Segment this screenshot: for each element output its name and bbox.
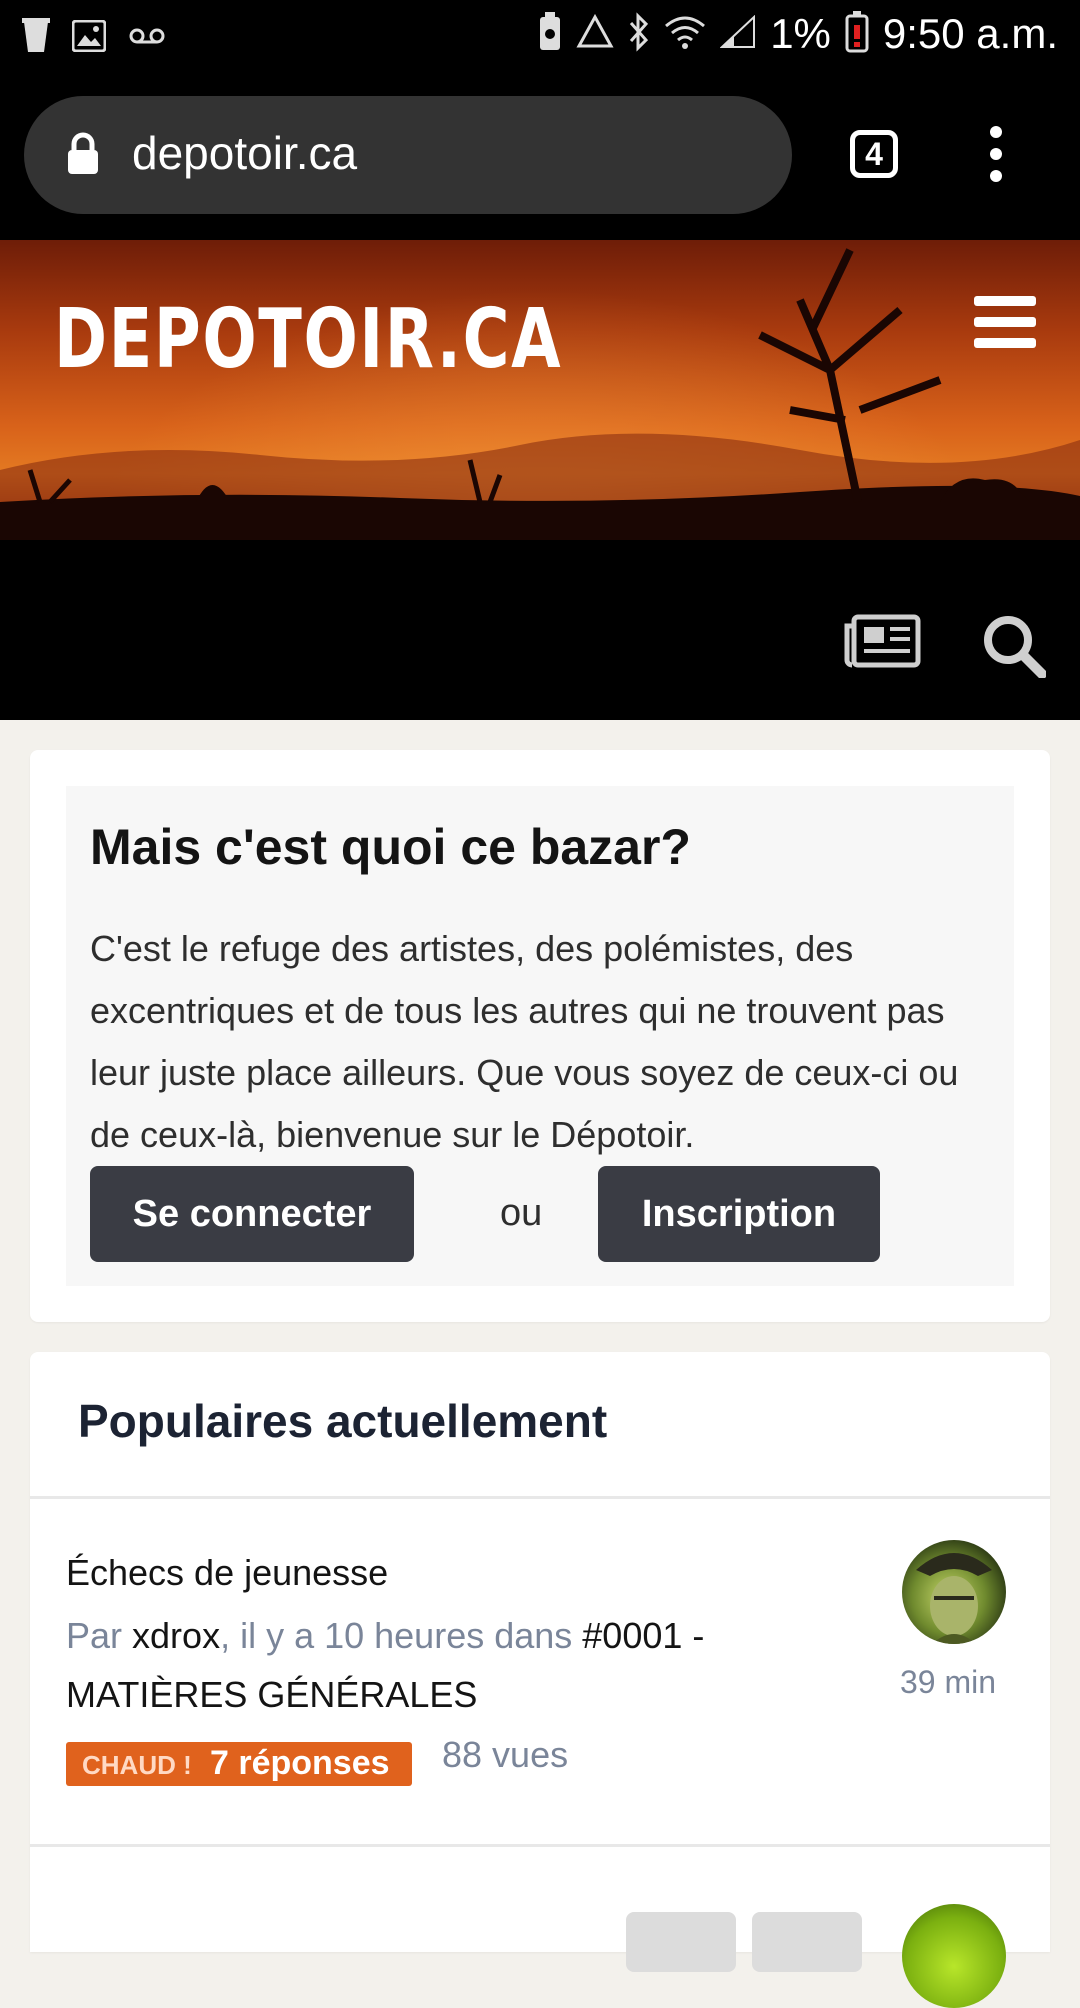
trash-notification-icon <box>22 18 50 59</box>
topic-title[interactable]: Échecs de jeunesse <box>66 1552 388 1594</box>
welcome-notice: Mais c'est quoi ce bazar? C'est le refug… <box>66 786 1014 1286</box>
landscape-silhouette <box>0 248 1080 540</box>
wifi-icon <box>664 14 706 55</box>
signal-icon <box>719 14 756 54</box>
topic-author[interactable]: xdrox <box>132 1615 220 1656</box>
battery-percent: 1% <box>770 10 831 57</box>
popular-topics-card: Populaires actuellement Échecs de jeunes… <box>30 1352 1050 2008</box>
reply-count: 7 réponses <box>210 1744 390 1782</box>
last-post-time: 39 min <box>900 1664 997 1700</box>
tab-switcher-button[interactable]: 4 <box>850 130 898 178</box>
clock: 9:50 a.m. <box>882 10 1058 57</box>
status-bar: 1% 9:50 a.m. <box>0 0 1080 78</box>
address-bar[interactable]: depotoir.ca <box>24 96 792 214</box>
divider <box>30 1844 1050 1847</box>
page-link[interactable] <box>752 1912 862 1972</box>
hamburger-menu-icon[interactable] <box>974 296 1036 348</box>
topic-meta: Par xdrox, il y a 10 heures dans #0001 -… <box>66 1606 766 1724</box>
register-button[interactable]: Inscription <box>598 1166 880 1262</box>
browser-toolbar: depotoir.ca 4 <box>0 78 1080 240</box>
welcome-title: Mais c'est quoi ce bazar? <box>90 819 691 875</box>
battery-icon <box>845 10 869 58</box>
image-notification-icon <box>71 19 107 57</box>
recycle-icon <box>576 13 614 55</box>
battery-saver-icon <box>538 11 562 57</box>
bluetooth-icon <box>628 11 650 57</box>
topic-row[interactable] <box>30 1864 1050 2008</box>
view-count: 88 vues <box>442 1734 569 1775</box>
url-text: depotoir.ca <box>132 127 358 179</box>
avatar[interactable] <box>902 1540 1006 1644</box>
hot-badge: CHAUD ! 7 réponses <box>66 1742 412 1786</box>
browser-menu-icon[interactable] <box>988 126 1004 182</box>
site-header-banner: DEPOTOIR.CA <box>0 240 1080 540</box>
topic-time: , il y a 10 heures dans <box>220 1615 583 1656</box>
page-link[interactable] <box>626 1912 736 1972</box>
welcome-text: C'est le refuge des artistes, des polémi… <box>90 928 959 1155</box>
topic-row[interactable]: Échecs de jeunesse Par xdrox, il y a 10 … <box>30 1500 1050 1830</box>
welcome-card: Mais c'est quoi ce bazar? C'est le refug… <box>30 750 1050 1322</box>
site-logo[interactable]: DEPOTOIR.CA <box>54 292 562 387</box>
divider <box>30 1496 1050 1499</box>
voicemail-icon <box>128 26 166 51</box>
popular-title: Populaires actuellement <box>78 1395 608 1447</box>
lock-icon <box>66 132 100 181</box>
login-button[interactable]: Se connecter <box>90 1166 414 1262</box>
header-subnav <box>0 540 1080 720</box>
by-prefix: Par <box>66 1615 133 1656</box>
news-feed-icon[interactable] <box>844 614 922 673</box>
hot-label: CHAUD ! <box>82 1750 192 1780</box>
search-icon[interactable] <box>982 614 1047 683</box>
or-separator: ou <box>500 1192 543 1234</box>
